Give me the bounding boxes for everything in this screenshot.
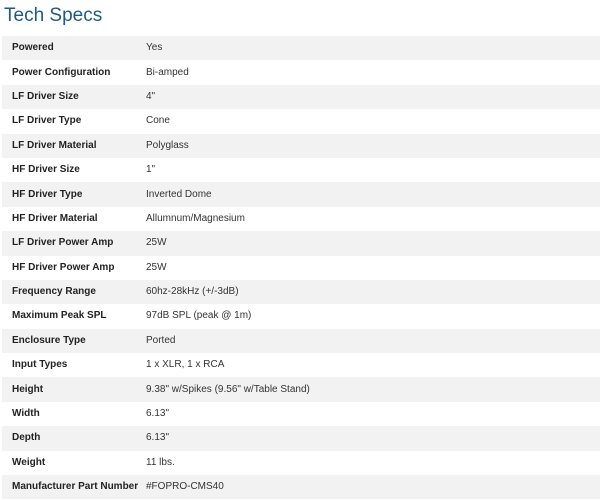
spec-row: Frequency Range 60hz-28kHz (+/-3dB)	[2, 279, 600, 305]
spec-value: Bi-amped	[146, 60, 600, 85]
spec-label: Manufacturer Part Number	[2, 475, 146, 500]
spec-label: Enclosure Type	[2, 328, 146, 354]
spec-row: Input Types 1 x XLR, 1 x RCA	[2, 353, 600, 378]
spec-label: LF Driver Type	[2, 109, 146, 134]
spec-row: Depth 6.13"	[2, 426, 600, 451]
spec-row: LF Driver Size 4"	[2, 84, 600, 110]
spec-value: 60hz-28kHz (+/-3dB)	[146, 279, 600, 305]
spec-row: Manufacturer Part Number #FOPRO-CMS40	[2, 475, 600, 500]
spec-label: HF Driver Power Amp	[2, 255, 146, 280]
spec-label: LF Driver Size	[2, 84, 146, 110]
spec-row: HF Driver Material Allumnum/Magnesium	[2, 206, 600, 232]
spec-label: HF Driver Material	[2, 206, 146, 232]
spec-value: 6.13"	[146, 426, 600, 451]
spec-value: Allumnum/Magnesium	[146, 206, 600, 232]
spec-value: 25W	[146, 255, 600, 280]
section-title: Tech Specs	[4, 5, 103, 26]
spec-row: Power Configuration Bi-amped	[2, 60, 600, 85]
spec-label: Depth	[2, 426, 146, 451]
spec-row: Weight 11 lbs.	[2, 450, 600, 476]
spec-row: Width 6.13"	[2, 401, 600, 427]
spec-label: Frequency Range	[2, 279, 146, 305]
spec-row: HF Driver Size 1"	[2, 157, 600, 183]
spec-row: Height 9.38" w/Spikes (9.56" w/Table Sta…	[2, 377, 600, 402]
spec-label: Powered	[2, 36, 146, 61]
spec-row: Powered Yes	[2, 36, 600, 61]
spec-label: HF Driver Size	[2, 157, 146, 183]
spec-label: Height	[2, 377, 146, 402]
spec-value: 1"	[146, 157, 600, 183]
spec-value: Polyglass	[146, 133, 600, 158]
spec-value: Yes	[146, 36, 600, 61]
spec-row: HF Driver Power Amp 25W	[2, 255, 600, 280]
spec-row: LF Driver Power Amp 25W	[2, 231, 600, 256]
spec-value: 1 x XLR, 1 x RCA	[146, 353, 600, 378]
spec-value: Cone	[146, 109, 600, 134]
spec-label: Weight	[2, 450, 146, 476]
spec-row: Enclosure Type Ported	[2, 328, 600, 354]
spec-label: Width	[2, 401, 146, 427]
spec-label: LF Driver Material	[2, 133, 146, 158]
spec-row: LF Driver Type Cone	[2, 109, 600, 134]
spec-value: 9.38" w/Spikes (9.56" w/Table Stand)	[146, 377, 600, 402]
tech-specs-table: Powered Yes Power Configuration Bi-amped…	[2, 36, 600, 500]
spec-value: 6.13"	[146, 401, 600, 427]
spec-value: 25W	[146, 231, 600, 256]
spec-label: Input Types	[2, 353, 146, 378]
spec-value: Inverted Dome	[146, 182, 600, 207]
spec-label: Power Configuration	[2, 60, 146, 85]
spec-label: LF Driver Power Amp	[2, 231, 146, 256]
spec-value: 11 lbs.	[146, 450, 600, 476]
spec-value: 4"	[146, 84, 600, 110]
spec-value: Ported	[146, 328, 600, 354]
spec-value: #FOPRO-CMS40	[146, 475, 600, 500]
spec-row: HF Driver Type Inverted Dome	[2, 182, 600, 207]
spec-row: LF Driver Material Polyglass	[2, 133, 600, 158]
spec-value: 97dB SPL (peak @ 1m)	[146, 304, 600, 329]
spec-label: Maximum Peak SPL	[2, 304, 146, 329]
spec-row: Maximum Peak SPL 97dB SPL (peak @ 1m)	[2, 304, 600, 329]
spec-label: HF Driver Type	[2, 182, 146, 207]
